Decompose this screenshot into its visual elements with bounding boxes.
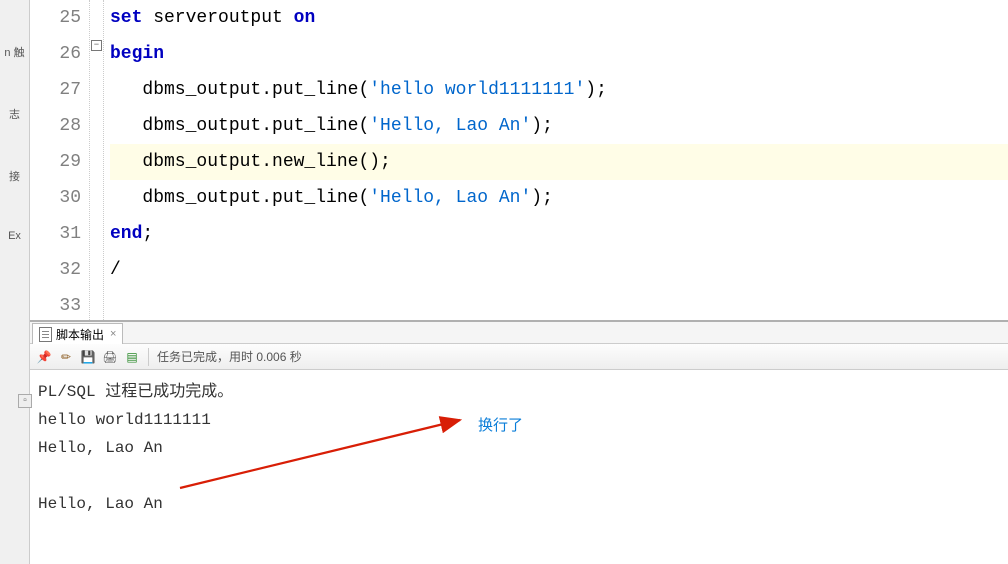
line-number: 31 — [30, 216, 81, 252]
code-line[interactable]: dbms_output.put_line('Hello, Lao An'); — [110, 108, 1008, 144]
code-line[interactable]: dbms_output.put_line('Hello, Lao An'); — [110, 180, 1008, 216]
output-pane: 脚本输出 × 📌 ✏ 💾 🖨 ▤ 任务已完成，用时 0.006 秒 PL/SQL… — [30, 322, 1008, 564]
toolbar-status-text: 任务已完成，用时 0.006 秒 — [157, 348, 302, 365]
output-line: PL/SQL 过程已成功完成。 — [38, 378, 1000, 406]
toolbar-separator — [148, 348, 149, 366]
code-line[interactable]: end; — [110, 216, 1008, 252]
tab-label: 脚本输出 — [56, 326, 104, 343]
left-sidebar: n 触 志 接 Ex — [0, 0, 30, 564]
line-number: 33 — [30, 288, 81, 322]
main-container: n 触 志 接 Ex 252627282930313233 − set serv… — [0, 0, 1008, 564]
line-number: 28 — [30, 108, 81, 144]
output-tabs: 脚本输出 × — [30, 322, 1008, 344]
sidebar-tab[interactable]: 接 — [0, 128, 29, 190]
code-line[interactable] — [110, 288, 1008, 322]
code-line[interactable]: begin — [110, 36, 1008, 72]
output-line — [38, 462, 1000, 490]
output-body[interactable]: PL/SQL 过程已成功完成。hello world1111111Hello, … — [30, 370, 1008, 564]
annotation-label: 换行了 — [478, 412, 523, 440]
editor-pane[interactable]: 252627282930313233 − set serveroutput on… — [30, 0, 1008, 322]
print-icon[interactable]: 🖨 — [102, 349, 118, 365]
fold-gutter: − — [90, 0, 104, 320]
code-line[interactable]: dbms_output.put_line('hello world1111111… — [110, 72, 1008, 108]
line-number-gutter: 252627282930313233 — [30, 0, 90, 320]
code-line[interactable]: dbms_output.new_line(); — [110, 144, 1008, 180]
line-number: 27 — [30, 72, 81, 108]
document-icon — [39, 327, 52, 342]
code-area[interactable]: set serveroutput onbegin dbms_output.put… — [104, 0, 1008, 320]
sidebar-tab[interactable]: n 触 — [0, 4, 29, 66]
output-line: Hello, Lao An — [38, 490, 1000, 518]
line-number: 30 — [30, 180, 81, 216]
erase-icon[interactable]: ✏ — [58, 349, 74, 365]
pin-icon[interactable]: 📌 — [36, 349, 52, 365]
line-number: 32 — [30, 252, 81, 288]
editor-content: 252627282930313233 − set serveroutput on… — [30, 0, 1008, 320]
sidebar-tab[interactable]: Ex — [0, 190, 29, 248]
close-icon[interactable]: × — [108, 328, 116, 340]
code-line[interactable]: / — [110, 252, 1008, 288]
line-number: 29 — [30, 144, 81, 180]
line-number: 25 — [30, 0, 81, 36]
save-icon[interactable]: 💾 — [80, 349, 96, 365]
line-number: 26 — [30, 36, 81, 72]
sidebar-tab[interactable]: 志 — [0, 66, 29, 128]
content-area: 252627282930313233 − set serveroutput on… — [30, 0, 1008, 564]
output-toolbar: 📌 ✏ 💾 🖨 ▤ 任务已完成，用时 0.006 秒 — [30, 344, 1008, 370]
fold-collapse-icon[interactable]: − — [91, 40, 102, 51]
sql-icon[interactable]: ▤ — [124, 349, 140, 365]
expand-panel-icon[interactable]: ▫ — [18, 394, 32, 408]
script-output-tab[interactable]: 脚本输出 × — [32, 323, 123, 345]
code-line[interactable]: set serveroutput on — [110, 0, 1008, 36]
